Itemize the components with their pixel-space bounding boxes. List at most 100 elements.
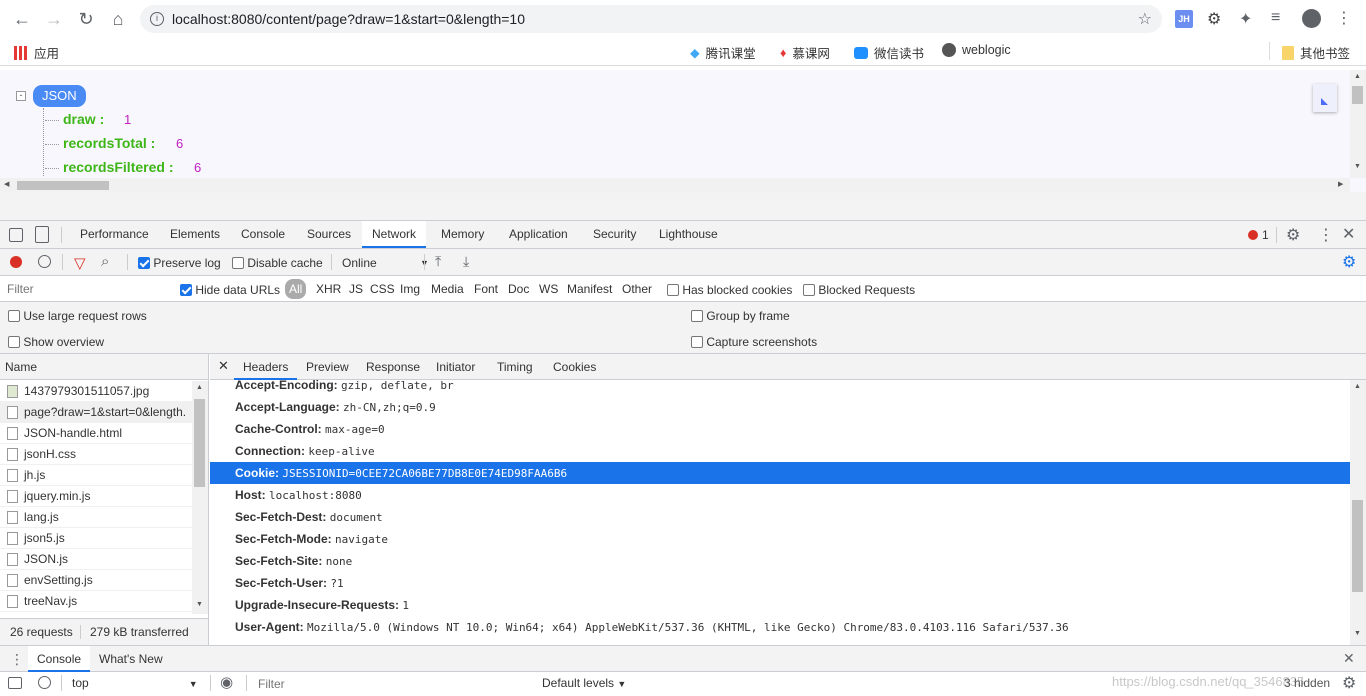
search-icon[interactable]: ⌕ <box>101 253 109 270</box>
request-row[interactable]: 1437979301511057.jpg <box>0 381 192 402</box>
show-overview-checkbox[interactable] <box>8 335 20 348</box>
hide-data-urls-option[interactable]: Hide data URLs <box>180 282 280 297</box>
export-har-icon[interactable]: ⤓ <box>463 253 469 270</box>
console-settings-icon[interactable]: ⚙ <box>1342 673 1356 693</box>
blocked-requests-checkbox[interactable] <box>803 283 815 296</box>
header-row[interactable]: Sec-Fetch-Mode: navigate <box>210 528 1348 550</box>
puzzle-icon[interactable]: ✦ <box>1239 9 1252 29</box>
extension-icon[interactable]: ⚙ <box>1207 9 1221 29</box>
request-row[interactable]: lang.js <box>0 507 192 528</box>
hide-data-urls-checkbox[interactable] <box>180 283 192 296</box>
header-row[interactable]: Sec-Fetch-Site: none <box>210 550 1348 572</box>
more-icon[interactable]: ⋮ <box>1318 225 1334 245</box>
has-blocked-cookies-option[interactable]: Has blocked cookies <box>667 282 792 297</box>
reload-icon[interactable]: ↻ <box>70 3 102 35</box>
tab-headers[interactable]: Headers <box>234 354 298 380</box>
page-scrollbar-vertical[interactable]: ▲ ▼ <box>1350 70 1366 178</box>
json-root-badge[interactable]: JSON <box>33 85 86 107</box>
header-row-selected[interactable]: Cookie: JSESSIONID=0CEE72CA06BE77DB8E0E7… <box>210 462 1350 484</box>
header-row[interactable]: Accept-Language: zh-CN,zh;q=0.9 <box>210 396 1348 418</box>
filter-type-doc[interactable]: Doc <box>508 282 529 296</box>
filter-type-xhr[interactable]: XHR <box>316 282 341 296</box>
inspect-icon[interactable] <box>9 228 23 242</box>
name-column-header[interactable]: Name <box>0 354 208 380</box>
bookmark-tencent[interactable]: ◆ 腾讯课堂 <box>690 43 756 62</box>
url-text[interactable]: localhost:8080/content/page?draw=1&start… <box>172 11 525 27</box>
address-bar[interactable]: i localhost:8080/content/page?draw=1&sta… <box>140 5 1162 33</box>
tab-lighthouse[interactable]: Lighthouse <box>659 221 718 248</box>
context-select[interactable]: top ▼ <box>72 676 198 690</box>
request-row[interactable]: jquery.min.js <box>0 486 192 507</box>
large-rows-checkbox[interactable] <box>8 309 20 322</box>
group-by-frame-checkbox[interactable] <box>691 309 703 322</box>
tab-sources[interactable]: Sources <box>307 221 351 248</box>
request-row[interactable]: page?draw=1&start=0&length. <box>0 402 192 423</box>
preserve-log-option[interactable]: Preserve log <box>138 255 221 270</box>
tab-initiator[interactable]: Initiator <box>436 354 475 380</box>
header-row[interactable]: Sec-Fetch-Dest: document <box>210 506 1348 528</box>
blocked-requests-option[interactable]: Blocked Requests <box>803 282 915 297</box>
request-row[interactable]: JSON.js <box>0 549 192 570</box>
close-detail-icon[interactable]: ✕ <box>218 358 229 374</box>
capture-screenshots-option[interactable]: Capture screenshots <box>691 334 817 349</box>
bookmark-other[interactable]: 其他书签 <box>1282 43 1350 62</box>
bookmark-imooc[interactable]: ♦ 慕课网 <box>780 43 830 62</box>
header-row[interactable]: Upgrade-Insecure-Requests: 1 <box>210 594 1348 616</box>
tab-cookies[interactable]: Cookies <box>553 354 596 380</box>
record-icon[interactable] <box>10 256 22 268</box>
filter-type-js[interactable]: JS <box>349 282 363 296</box>
error-count[interactable]: 1 <box>1262 228 1269 242</box>
error-icon[interactable] <box>1248 230 1258 240</box>
clear-icon[interactable] <box>38 255 51 268</box>
filter-icon[interactable]: ▽ <box>74 254 86 272</box>
tab-preview[interactable]: Preview <box>306 354 349 380</box>
star-icon[interactable]: ☆ <box>1138 9 1152 29</box>
filter-type-font[interactable]: Font <box>474 282 498 296</box>
media-icon[interactable]: ≡ <box>1271 9 1280 27</box>
request-row[interactable]: treeNav.js <box>0 591 192 612</box>
group-by-frame-option[interactable]: Group by frame <box>691 308 790 323</box>
console-filter-input[interactable] <box>254 674 534 693</box>
forward-icon[interactable]: → <box>38 3 70 35</box>
preserve-log-checkbox[interactable] <box>138 256 150 269</box>
request-row[interactable]: json5.js <box>0 528 192 549</box>
sidebar-toggle-icon[interactable] <box>8 677 22 689</box>
log-levels-select[interactable]: Default levels ▼ <box>542 676 626 690</box>
request-list-scrollbar[interactable]: ▲ ▼ <box>192 381 208 614</box>
header-row[interactable]: Accept-Encoding: gzip, deflate, br <box>210 380 1348 396</box>
bookmark-apps[interactable]: 应用 <box>14 43 59 62</box>
clear-console-icon[interactable] <box>38 676 51 689</box>
has-blocked-cookies-checkbox[interactable] <box>667 283 679 296</box>
filter-input[interactable] <box>3 280 167 298</box>
filter-type-manifest[interactable]: Manifest <box>567 282 612 296</box>
tab-performance[interactable]: Performance <box>80 221 149 248</box>
tab-elements[interactable]: Elements <box>170 221 220 248</box>
header-row[interactable]: Cache-Control: max-age=0 <box>210 418 1348 440</box>
disable-cache-option[interactable]: Disable cache <box>232 255 323 270</box>
filter-type-img[interactable]: Img <box>400 282 420 296</box>
close-drawer-icon[interactable]: ✕ <box>1343 650 1355 667</box>
header-row[interactable]: Sec-Fetch-User: ?1 <box>210 572 1348 594</box>
settings-icon[interactable]: ⚙ <box>1286 225 1300 245</box>
filter-type-all[interactable]: All <box>285 279 307 299</box>
request-row[interactable]: JSON-handle.html <box>0 423 192 444</box>
filter-type-ws[interactable]: WS <box>539 282 558 296</box>
filter-type-media[interactable]: Media <box>431 282 464 296</box>
filter-type-css[interactable]: CSS <box>370 282 395 296</box>
header-row[interactable]: User-Agent: Mozilla/5.0 (Windows NT 10.0… <box>210 616 1348 638</box>
request-row[interactable]: jh.js <box>0 465 192 486</box>
tab-response[interactable]: Response <box>366 354 420 380</box>
toggle-panel-icon[interactable] <box>1313 84 1337 112</box>
header-row[interactable]: Connection: keep-alive <box>210 440 1348 462</box>
menu-icon[interactable]: ⋮ <box>1336 8 1352 28</box>
drawer-tab-whats-new[interactable]: What's New <box>99 646 163 672</box>
profile-icon[interactable] <box>1302 9 1321 28</box>
drawer-menu-icon[interactable]: ⋮ <box>10 651 24 668</box>
disable-cache-checkbox[interactable] <box>232 256 244 269</box>
tab-security[interactable]: Security <box>593 221 636 248</box>
show-overview-option[interactable]: Show overview <box>8 334 104 349</box>
collapse-icon[interactable]: - <box>16 91 26 101</box>
large-rows-option[interactable]: Use large request rows <box>8 308 147 323</box>
back-icon[interactable]: ← <box>6 3 38 35</box>
throttle-select[interactable]: Online ▼ <box>342 255 429 270</box>
